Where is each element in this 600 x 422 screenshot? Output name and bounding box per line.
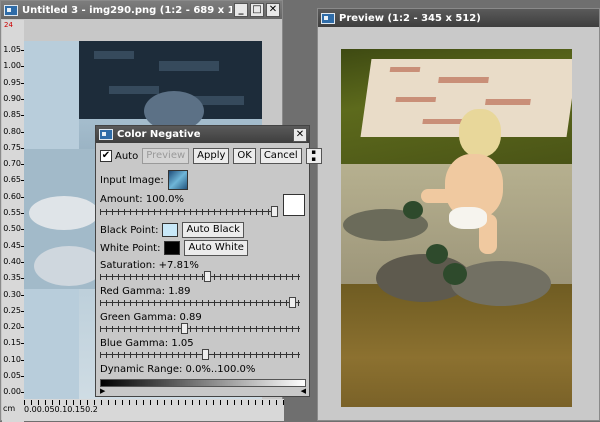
dialog-titlebar[interactable]: Color Negative ✕	[96, 126, 309, 143]
duck-decoy	[451, 261, 551, 306]
negative-decoy	[34, 246, 104, 286]
close-button[interactable]: ✕	[266, 3, 280, 17]
saturation-slider-thumb[interactable]	[204, 271, 211, 282]
options-icon[interactable]: ▪ ▪	[305, 148, 322, 164]
green-gamma-slider[interactable]	[100, 323, 300, 335]
ok-button[interactable]: OK	[233, 148, 256, 164]
input-image-thumbnail[interactable]	[167, 170, 188, 190]
white-point-swatch[interactable]	[164, 241, 181, 255]
range-max-handle-icon[interactable]: ◀	[301, 388, 306, 395]
dynamic-range-gradient[interactable]	[100, 379, 306, 387]
minimize-button[interactable]: _	[234, 3, 248, 17]
white-point-label: White Point:	[100, 242, 161, 254]
preview-window[interactable]: Preview (1:2 - 345 x 512)	[317, 8, 600, 421]
amount-label: Amount: 100.0%	[100, 194, 184, 205]
red-gamma-label: Red Gamma: 1.89	[100, 286, 191, 297]
diaper	[449, 207, 487, 229]
ruler-top-marker: 24	[4, 21, 13, 29]
blue-gamma-slider[interactable]	[100, 349, 300, 361]
apply-button[interactable]: Apply	[193, 148, 230, 164]
preview-button[interactable]: Preview	[142, 148, 190, 164]
amount-color-preview	[283, 194, 305, 216]
blue-gamma-slider-thumb[interactable]	[202, 349, 209, 360]
image-window-icon	[4, 4, 18, 16]
preview-image	[341, 49, 572, 407]
cancel-button[interactable]: Cancel	[259, 148, 302, 164]
green-gamma-label: Green Gamma: 0.89	[100, 312, 202, 323]
green-gamma-slider-thumb[interactable]	[181, 323, 188, 334]
saturation-label: Saturation: +7.81%	[100, 260, 199, 271]
vertical-ruler: 24 1.05 1.00 0.95 0.90 0.85 0.80 0.75 0.70 0.65 0…	[2, 20, 24, 422]
child-head	[459, 109, 501, 157]
x-tick-labels: 0.00.050.10.150.2	[24, 405, 98, 414]
preview-window-titlebar[interactable]: Preview (1:2 - 345 x 512)	[318, 9, 599, 27]
black-point-swatch[interactable]	[162, 223, 179, 237]
dynamic-range-handles[interactable]: ▶ ◀	[100, 388, 306, 395]
auto-white-button[interactable]: Auto White	[184, 240, 248, 256]
image-window-title: Untitled 3 - img290.png (1:2 - 689 x 102…	[22, 4, 232, 16]
amount-slider-thumb[interactable]	[271, 206, 278, 217]
ruler-unit: cm	[3, 404, 16, 413]
color-negative-dialog[interactable]: Color Negative ✕ ✔ Auto Preview Apply OK…	[95, 125, 322, 397]
blue-gamma-label: Blue Gamma: 1.05	[100, 338, 194, 349]
saturation-slider[interactable]	[100, 271, 300, 283]
dynamic-range-label: Dynamic Range: 0.0%..100.0%	[100, 364, 256, 375]
red-gamma-slider[interactable]	[100, 297, 300, 309]
auto-black-button[interactable]: Auto Black	[182, 222, 244, 238]
dialog-icon	[99, 129, 113, 140]
horizontal-ruler: 0.00.050.10.150.2	[24, 399, 284, 421]
dialog-close-button[interactable]: ✕	[293, 127, 307, 142]
input-image-row: Input Image:	[100, 170, 188, 190]
red-gamma-slider-thumb[interactable]	[289, 297, 296, 308]
preview-window-icon	[321, 12, 335, 24]
range-min-handle-icon[interactable]: ▶	[100, 388, 105, 395]
amount-slider[interactable]	[100, 206, 278, 218]
dialog-toolbar: ✔ Auto Preview Apply OK Cancel ▪ ▪	[100, 148, 322, 164]
dialog-title: Color Negative	[117, 129, 201, 140]
preview-window-title: Preview (1:2 - 345 x 512)	[339, 12, 481, 24]
auto-checkbox[interactable]: ✔	[100, 150, 112, 162]
maximize-button[interactable]: □	[250, 3, 264, 17]
input-image-label: Input Image:	[100, 174, 164, 186]
negative-decoy	[29, 196, 99, 230]
auto-label: Auto	[115, 150, 139, 162]
black-point-label: Black Point:	[100, 224, 159, 236]
image-window-titlebar[interactable]: Untitled 3 - img290.png (1:2 - 689 x 102…	[1, 1, 282, 19]
